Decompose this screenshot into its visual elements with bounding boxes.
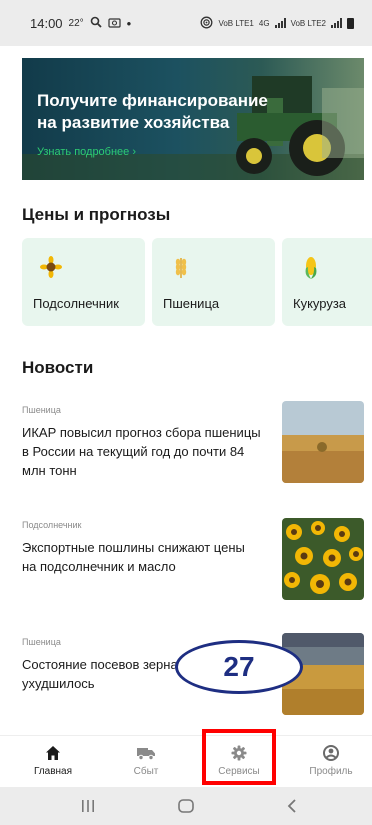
nav-item-home[interactable]: Главная <box>18 736 88 788</box>
price-card-wheat[interactable]: Пшеница <box>152 238 275 326</box>
wheat-icon <box>175 258 187 278</box>
annotation-callout: 27 <box>175 640 303 694</box>
corn-icon <box>305 257 317 279</box>
system-navigation-bar <box>0 787 372 825</box>
bottom-navigation: Главная Сбыт Сервисы Профиль <box>0 735 372 787</box>
status-bar: 14:00 22° • VoB LTE1 4G VoB LTE2 <box>0 0 372 46</box>
back-icon[interactable] <box>285 797 301 820</box>
price-card-label: Пшеница <box>163 296 220 311</box>
hotspot-icon <box>200 16 213 31</box>
price-card-sunflower[interactable]: Подсолнечник <box>22 238 145 326</box>
nav-label: Профиль <box>309 766 353 777</box>
status-time: 14:00 <box>30 15 63 31</box>
news-item[interactable]: Подсолнечник Экспортные пошлины снижают … <box>22 518 364 600</box>
network-label-3: VoB LTE2 <box>290 18 326 28</box>
truck-icon <box>137 748 155 761</box>
status-temperature: 22° <box>68 17 84 29</box>
profile-icon <box>323 745 339 761</box>
price-card-corn[interactable]: Кукуруза <box>282 238 372 326</box>
signal-icon-2 <box>331 18 342 28</box>
prices-section-title: Цены и прогнозы <box>22 205 171 224</box>
news-thumbnail <box>282 518 364 600</box>
network-label-2: 4G <box>258 18 270 28</box>
promo-banner[interactable]: Получите финансирование на развитие хозя… <box>22 58 364 180</box>
home-button-icon[interactable] <box>177 797 195 820</box>
banner-link[interactable]: Узнать подробнее › <box>37 146 136 158</box>
price-card-label: Подсолнечник <box>33 296 119 311</box>
network-label-1: VoB LTE1 <box>218 18 254 28</box>
search-icon <box>90 16 102 31</box>
highlight-box <box>202 729 276 785</box>
news-headline: ИКАР повысил прогноз сбора пшеницы в Рос… <box>22 425 261 478</box>
news-item[interactable]: Пшеница ИКАР повысил прогноз сбора пшени… <box>22 401 364 483</box>
nav-label: Сбыт <box>133 766 159 777</box>
recent-apps-icon[interactable] <box>80 797 96 820</box>
home-icon <box>46 746 60 760</box>
prices-carousel[interactable]: Подсолнечник Пшеница Кукуруза <box>22 238 372 326</box>
price-card-label: Кукуруза <box>293 296 347 311</box>
news-section-title: Новости <box>22 358 94 377</box>
sunflower-icon <box>40 256 62 278</box>
battery-icon <box>347 17 354 29</box>
callout-number: 27 <box>223 651 255 682</box>
news-headline: Экспортные пошлины снижают цены на подсо… <box>22 540 245 574</box>
nav-item-profile[interactable]: Профиль <box>296 736 366 788</box>
banner-title: Получите финансирование на развитие хозя… <box>37 91 268 132</box>
nav-item-sales[interactable]: Сбыт <box>111 736 181 788</box>
status-dot: • <box>126 15 132 31</box>
screenshot-icon <box>108 16 121 31</box>
signal-icon <box>274 18 286 28</box>
news-thumbnail <box>282 401 364 483</box>
nav-label: Главная <box>33 766 73 777</box>
